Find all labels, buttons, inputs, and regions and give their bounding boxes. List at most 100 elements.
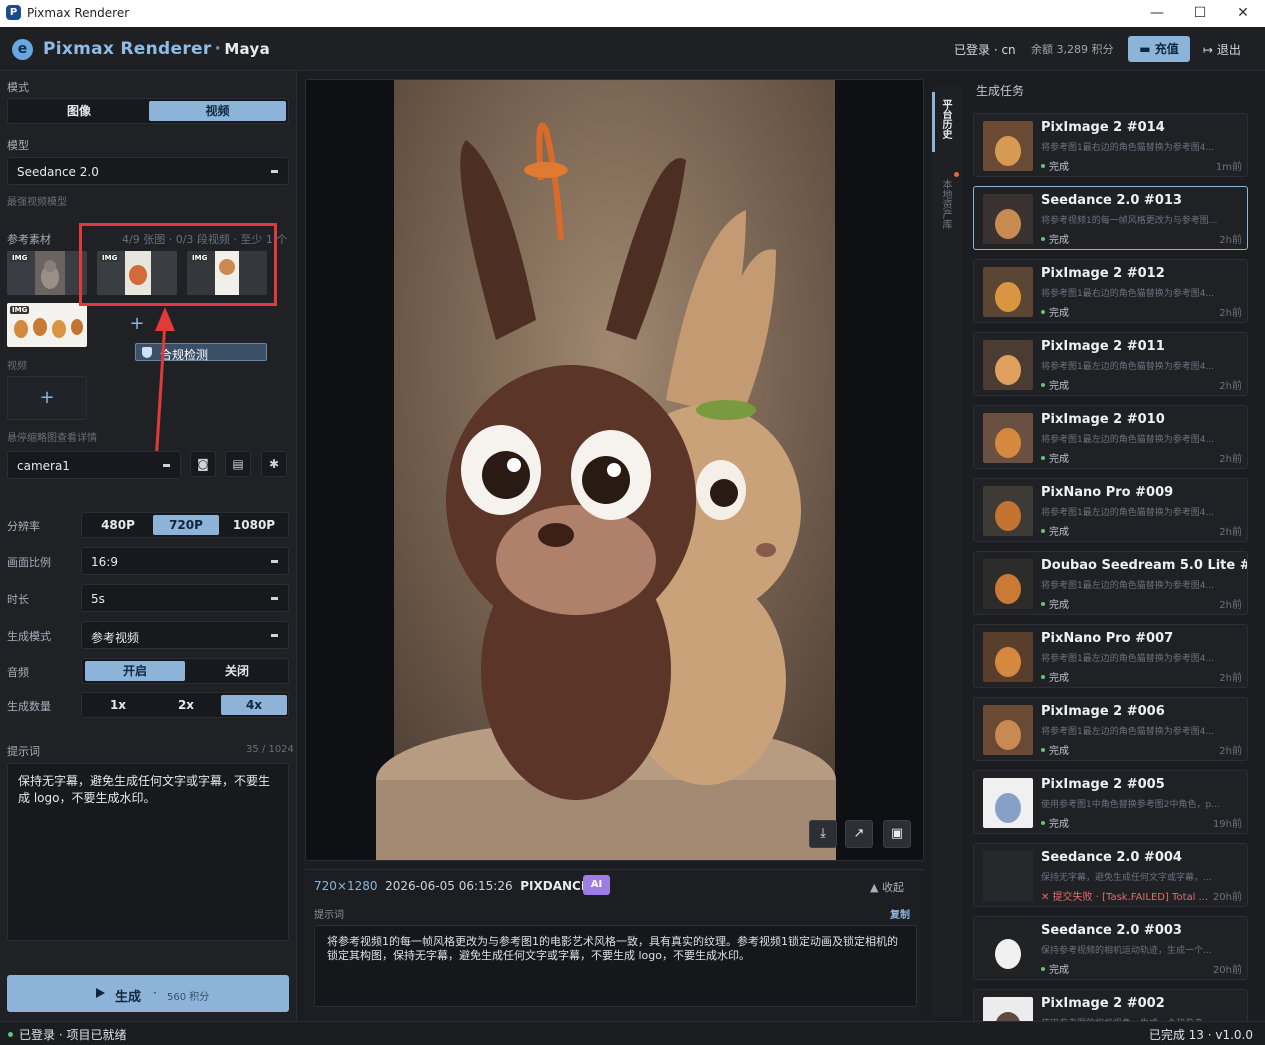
status-dot [1041,456,1045,460]
audio-off-option[interactable]: 关闭 [187,661,287,681]
task-card[interactable]: PixImage 2 #014 将参考图1最右边的角色猫替换为参考图4... 完成 1… [973,113,1248,177]
task-status: 完成 [1041,523,1069,538]
tasks-header: 生成任务 [976,84,1025,98]
app-name: Pixmax Renderer [43,39,212,59]
output-prompt-label: 提示词 [314,910,344,921]
app-header: e Pixmax Renderer · Maya 已登录 · cn 余额 3,289… [0,27,1265,71]
task-card[interactable]: PixImage 2 #005 使用参考图1中角色替换参考图2中角色，p... 完成… [973,770,1248,834]
img-tag: IMG [10,254,30,262]
tab-indicator [932,92,935,152]
task-status: 完成 [1041,450,1069,465]
reference-thumb[interactable]: IMG [7,251,87,295]
task-time: 2h前 [1219,454,1242,465]
download-button[interactable]: ⤓ [809,820,837,848]
task-description: 将参考图1最左边的角色猫替换为参考图4... [1041,362,1215,372]
task-status: 完成 [1041,377,1069,392]
notification-dot [954,172,959,177]
task-card[interactable]: PixImage 2 #012 将参考图1最右边的角色猫替换为参考图4... 完成 2… [973,259,1248,323]
camera-button[interactable]: ◙ [190,451,216,477]
recharge-button[interactable]: ▬ 充值 [1128,36,1190,62]
collapse-button[interactable]: ▲ 收起 [870,879,904,895]
task-thumbnail [983,924,1033,974]
model-label: 模型 [7,139,29,152]
generate-button[interactable]: 生成 · 560 积分 [7,975,289,1012]
logout-button[interactable]: ↦ 退出 [1203,41,1241,58]
close-button[interactable]: ✕ [1221,0,1265,27]
task-thumbnail [983,778,1033,828]
task-card[interactable]: PixImage 2 #011 将参考图1最左边的角色猫替换为参考图4... 完成 2… [973,332,1248,396]
task-name: Seedance 2.0 #013 [1041,193,1182,208]
task-thumbnail [983,705,1033,755]
ratio-select[interactable]: 16:9 [81,547,289,575]
task-card[interactable]: Doubao Seedream 5.0 Lite #... 将参考图1最左边的角色… [973,551,1248,615]
task-status-text: 完成 [1049,162,1069,173]
task-description: 将参考图1最右边的角色猫替换为参考图4... [1041,289,1215,299]
count-4x[interactable]: 4x [221,695,287,715]
count-2x[interactable]: 2x [153,695,219,715]
annotation-arrow [154,307,175,464]
audio-on-option[interactable]: 开启 [85,661,185,681]
task-description: 保持参考视频的相机运动轨迹，生成一个... [1041,946,1212,956]
archive-button[interactable]: ▣ [883,820,911,848]
dropdown-icon [271,634,278,637]
tab-platform-history[interactable]: 平台历史 [938,99,953,139]
model-select[interactable]: Seedance 2.0 [7,157,289,185]
task-name: PixNano Pro #009 [1041,485,1174,500]
download-icon: ⤓ [820,826,826,841]
gear-icon: ✱ [268,457,280,471]
task-card[interactable]: PixNano Pro #009 将参考图1最左边的角色猫替换为参考图4... 完成… [973,478,1248,542]
window-title: Pixmax Renderer [27,6,130,20]
duration-select[interactable]: 5s [81,584,289,612]
tab-local-assets[interactable]: 本地资产库 [938,179,953,229]
task-description: 将参考图1最左边的角色猫替换为参考图4... [1041,508,1215,518]
task-status: 完成 [1041,596,1069,611]
external-link-icon: ↗ [853,826,865,841]
status-dot [1041,967,1045,971]
prompt-input[interactable]: 保持无字幕，避免生成任何文字或字幕，不要生成 logo，不要生成水印。 [7,763,289,941]
status-dot [1041,821,1045,825]
task-name: Seedance 2.0 #004 [1041,850,1182,865]
mode-toggle: 图像 视频 [7,98,289,124]
mode-image-option[interactable]: 图像 [11,101,147,121]
user-name: Maya [224,40,270,58]
task-name: Doubao Seedream 5.0 Lite #... [1041,558,1248,573]
open-external-button[interactable]: ↗ [845,820,873,848]
reference-thumb[interactable]: IMG [7,303,87,347]
logout-label: 退出 [1216,43,1241,57]
resolution-480p[interactable]: 480P [85,515,151,535]
task-card[interactable]: Seedance 2.0 #004 保持无字幕，避免生成任何文字或字幕，... ✕ … [973,843,1248,907]
task-thumbnail [983,413,1033,463]
model-value: Seedance 2.0 [17,165,99,179]
task-name: PixImage 2 #002 [1041,996,1165,1011]
count-1x[interactable]: 1x [85,695,151,715]
add-video-button[interactable]: + [7,376,87,420]
task-card[interactable]: PixNano Pro #007 将参考图1最左边的角色猫替换为参考图4... 完成… [973,624,1248,688]
task-status-text: 完成 [1049,819,1069,830]
task-card[interactable]: Seedance 2.0 #013 将参考视频1的每一帧风格更改为与参考图... 完… [973,186,1248,250]
task-status-text: 完成 [1049,454,1069,465]
settings-button[interactable]: ✱ [261,451,287,477]
task-card[interactable]: Seedance 2.0 #003 保持参考视频的相机运动轨迹，生成一个... 完成… [973,916,1248,980]
mode-video-option[interactable]: 视频 [149,101,286,121]
status-dot [1041,237,1045,241]
camera-select[interactable]: camera1 [7,451,181,479]
resolution-1080p[interactable]: 1080P [221,515,287,535]
maximize-button[interactable]: ☐ [1178,0,1222,27]
task-card[interactable]: PixImage 2 #006 将参考图1最左边的角色猫替换为参考图4... 完成 2… [973,697,1248,761]
resolution-720p[interactable]: 720P [153,515,219,535]
status-bar: 已登录 · 项目已就绪 已完成 13 · v1.0.0 [0,1021,1265,1045]
task-status-text: 完成 [1049,965,1069,976]
genmode-select[interactable]: 参考视频 [81,621,289,649]
task-time: 2h前 [1219,527,1242,538]
task-thumbnail [983,121,1033,171]
video-preview[interactable]: ⤓ ↗ ▣ [305,79,924,861]
task-name: PixImage 2 #005 [1041,777,1165,792]
generate-cost: 560 积分 [167,992,210,1003]
camera-icon: ◙ [197,457,209,471]
copy-button[interactable]: 复制 [890,906,910,921]
dropdown-icon [271,560,278,563]
film-button[interactable]: ▤ [225,451,251,477]
minimize-button[interactable]: — [1135,0,1179,27]
app-brand: Pixmax Renderer · Maya [43,39,270,59]
task-card[interactable]: PixImage 2 #010 将参考图1最左边的角色猫替换为参考图4... 完成 2… [973,405,1248,469]
